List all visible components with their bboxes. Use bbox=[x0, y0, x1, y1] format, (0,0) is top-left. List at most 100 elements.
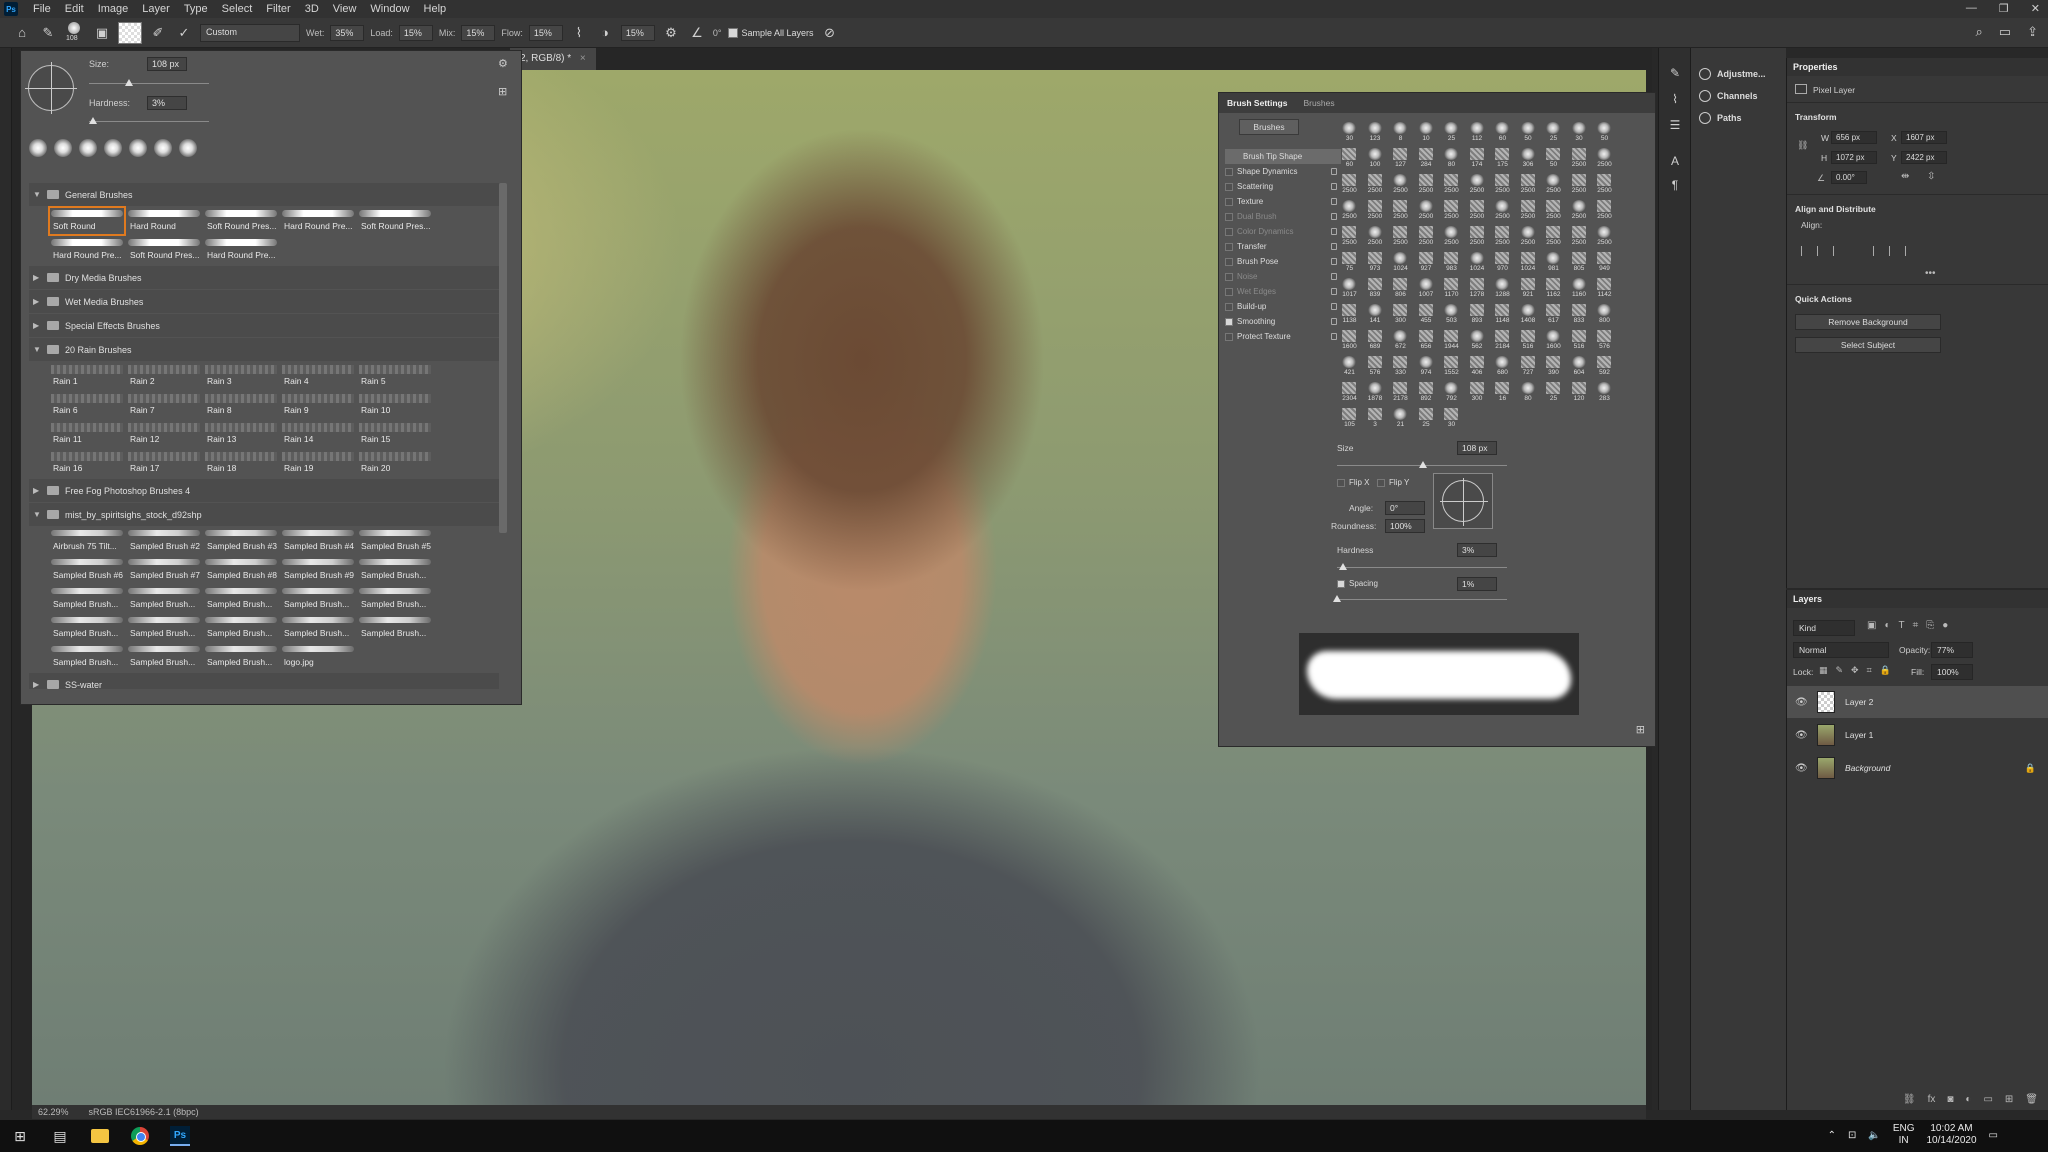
brush-preset[interactable]: Rain 1 bbox=[49, 362, 125, 390]
brush-tip[interactable]: 50 bbox=[1516, 121, 1542, 146]
new-group-icon[interactable]: ▭ bbox=[1983, 1094, 1992, 1105]
brush-angle-preview[interactable] bbox=[25, 62, 77, 114]
picker-hardness-field[interactable]: 3% bbox=[147, 96, 187, 110]
recent-brush-4[interactable] bbox=[104, 139, 122, 157]
brush-preset[interactable]: Sampled Brush... bbox=[49, 643, 125, 671]
pressure-icon[interactable]: ⊘ bbox=[820, 23, 840, 43]
align-center-icon[interactable] bbox=[1817, 246, 1827, 256]
brush-tip[interactable]: 2500 bbox=[1541, 173, 1567, 198]
brush-tip[interactable]: 893 bbox=[1465, 303, 1491, 328]
height-field[interactable]: 1072 px bbox=[1831, 151, 1877, 164]
recent-brush-7[interactable] bbox=[179, 139, 197, 157]
picker-size-field[interactable]: 108 px bbox=[147, 57, 187, 71]
brush-tip[interactable]: 2500 bbox=[1337, 225, 1363, 250]
workspace-icon[interactable]: ▭ bbox=[1999, 24, 2011, 40]
align-middle-icon[interactable] bbox=[1889, 246, 1899, 256]
brush-tip[interactable]: 562 bbox=[1465, 329, 1491, 354]
brush-tip[interactable]: 983 bbox=[1439, 251, 1465, 276]
smoothing-icon[interactable]: ◑ bbox=[595, 23, 615, 43]
brush-preset[interactable]: Sampled Brush... bbox=[357, 556, 433, 584]
brush-tip[interactable]: 2500 bbox=[1439, 173, 1465, 198]
remove-background-button[interactable]: Remove Background bbox=[1795, 314, 1941, 330]
sample-all-layers-checkbox[interactable]: Sample All Layers bbox=[727, 27, 814, 38]
flip-horizontal-icon[interactable]: ⇹ bbox=[1901, 171, 1909, 182]
brush-setting-check[interactable] bbox=[1225, 332, 1233, 341]
chevron-right-icon[interactable]: ▶ bbox=[33, 680, 41, 689]
brush-preset[interactable]: Hard Round Pre... bbox=[49, 236, 125, 264]
brush-tip[interactable]: 3 bbox=[1363, 407, 1389, 432]
layer-name[interactable]: Background bbox=[1845, 763, 1890, 773]
brush-tip[interactable]: 2500 bbox=[1414, 199, 1440, 224]
quick-actions-title[interactable]: Quick Actions bbox=[1795, 294, 1852, 304]
sample-all-layers-check[interactable] bbox=[727, 27, 738, 38]
brush-preset[interactable]: Sampled Brush #4 bbox=[280, 527, 356, 555]
align-left-icon[interactable] bbox=[1801, 246, 1811, 256]
brush-folder[interactable]: ▶ Special Effects Brushes bbox=[29, 314, 499, 337]
brush-preset[interactable]: Rain 3 bbox=[203, 362, 279, 390]
brush-folder[interactable]: ▼ mist_by_spiritsighs_stock_d92shp bbox=[29, 503, 499, 526]
tool-presets-dock-icon[interactable]: ☰ bbox=[1667, 118, 1683, 134]
brush-setting-check[interactable] bbox=[1225, 182, 1233, 191]
spacing-slider[interactable] bbox=[1337, 599, 1507, 600]
brush-setting-option[interactable]: Build-up bbox=[1225, 299, 1341, 314]
brush-tip[interactable]: 2500 bbox=[1363, 225, 1389, 250]
notifications-icon[interactable]: ▭ bbox=[1989, 1130, 1998, 1141]
menu-3d[interactable]: 3D bbox=[298, 3, 326, 15]
brush-tip[interactable]: 1024 bbox=[1516, 251, 1542, 276]
brush-tip[interactable]: 1288 bbox=[1490, 277, 1516, 302]
brush-tip[interactable]: 30 bbox=[1439, 407, 1465, 432]
brush-preset[interactable]: Rain 14 bbox=[280, 420, 356, 448]
brush-tip[interactable]: 105 bbox=[1337, 407, 1363, 432]
layer-row[interactable]: 👁 Layer 1 bbox=[1787, 719, 2048, 751]
brush-setting-check[interactable] bbox=[1225, 302, 1233, 311]
brush-tip[interactable]: 981 bbox=[1541, 251, 1567, 276]
fx-icon[interactable]: fx bbox=[1928, 1094, 1936, 1105]
brush-tip[interactable]: 80 bbox=[1439, 147, 1465, 172]
brush-preset[interactable]: Rain 5 bbox=[357, 362, 433, 390]
chevron-down-icon[interactable]: ▼ bbox=[33, 345, 41, 354]
brush-preset[interactable]: Sampled Brush... bbox=[49, 585, 125, 613]
brush-setting-option[interactable]: Color Dynamics bbox=[1225, 224, 1341, 239]
brushes-button[interactable]: Brushes bbox=[1239, 119, 1299, 135]
recent-brush-1[interactable] bbox=[29, 139, 47, 157]
brush-setting-option[interactable]: Brush Tip Shape bbox=[1225, 149, 1341, 164]
brush-preset[interactable]: Rain 16 bbox=[49, 449, 125, 477]
flip-x-check[interactable] bbox=[1337, 478, 1345, 487]
brush-tip[interactable]: 421 bbox=[1337, 355, 1363, 380]
tray-chevron-icon[interactable]: ⌃ bbox=[1828, 1130, 1836, 1141]
brush-tip[interactable]: 2500 bbox=[1516, 225, 1542, 250]
clock[interactable]: 10:02 AM 10/14/2020 bbox=[1926, 1123, 1976, 1147]
spacing-field[interactable]: 1% bbox=[1457, 577, 1497, 591]
brush-folder[interactable]: ▶ Free Fog Photoshop Brushes 4 bbox=[29, 479, 499, 502]
brush-tip[interactable]: 2500 bbox=[1567, 173, 1593, 198]
brush-setting-option[interactable]: Wet Edges bbox=[1225, 284, 1341, 299]
chevron-right-icon[interactable]: ▶ bbox=[33, 486, 41, 495]
brush-tip[interactable]: 516 bbox=[1516, 329, 1542, 354]
picker-gear-icon[interactable]: ⚙ bbox=[498, 57, 508, 70]
brush-preset[interactable]: Rain 20 bbox=[357, 449, 433, 477]
brush-setting-option[interactable]: Brush Pose bbox=[1225, 254, 1341, 269]
brush-tip[interactable]: 576 bbox=[1592, 329, 1618, 354]
brush-preset[interactable]: Rain 10 bbox=[357, 391, 433, 419]
picker-hardness-slider[interactable] bbox=[89, 121, 209, 122]
brush-tip[interactable]: 839 bbox=[1363, 277, 1389, 302]
brush-tip[interactable]: 25 bbox=[1541, 381, 1567, 406]
brush-tip[interactable]: 2500 bbox=[1414, 225, 1440, 250]
brush-preset[interactable]: Sampled Brush #9 bbox=[280, 556, 356, 584]
link-layers-icon[interactable]: ⛓ bbox=[1903, 1094, 1916, 1105]
brush-setting-check[interactable] bbox=[1225, 212, 1233, 221]
brush-tip[interactable]: 833 bbox=[1567, 303, 1593, 328]
link-icon[interactable]: ⛓ bbox=[1797, 140, 1808, 151]
brush-tip[interactable]: 2184 bbox=[1490, 329, 1516, 354]
brush-tip[interactable]: 100 bbox=[1363, 147, 1389, 172]
brush-tip[interactable]: 1600 bbox=[1337, 329, 1363, 354]
home-icon[interactable]: ⌂ bbox=[12, 23, 32, 43]
paths-panel-button[interactable]: Paths bbox=[1699, 112, 1742, 124]
brush-tip[interactable]: 120 bbox=[1567, 381, 1593, 406]
brush-tip[interactable]: 2178 bbox=[1388, 381, 1414, 406]
brush-preset[interactable]: Rain 6 bbox=[49, 391, 125, 419]
brush-preset[interactable]: Rain 2 bbox=[126, 362, 202, 390]
chevron-right-icon[interactable]: ▶ bbox=[33, 297, 41, 306]
brush-tip[interactable]: 576 bbox=[1363, 355, 1389, 380]
brush-preset[interactable]: Sampled Brush #6 bbox=[49, 556, 125, 584]
